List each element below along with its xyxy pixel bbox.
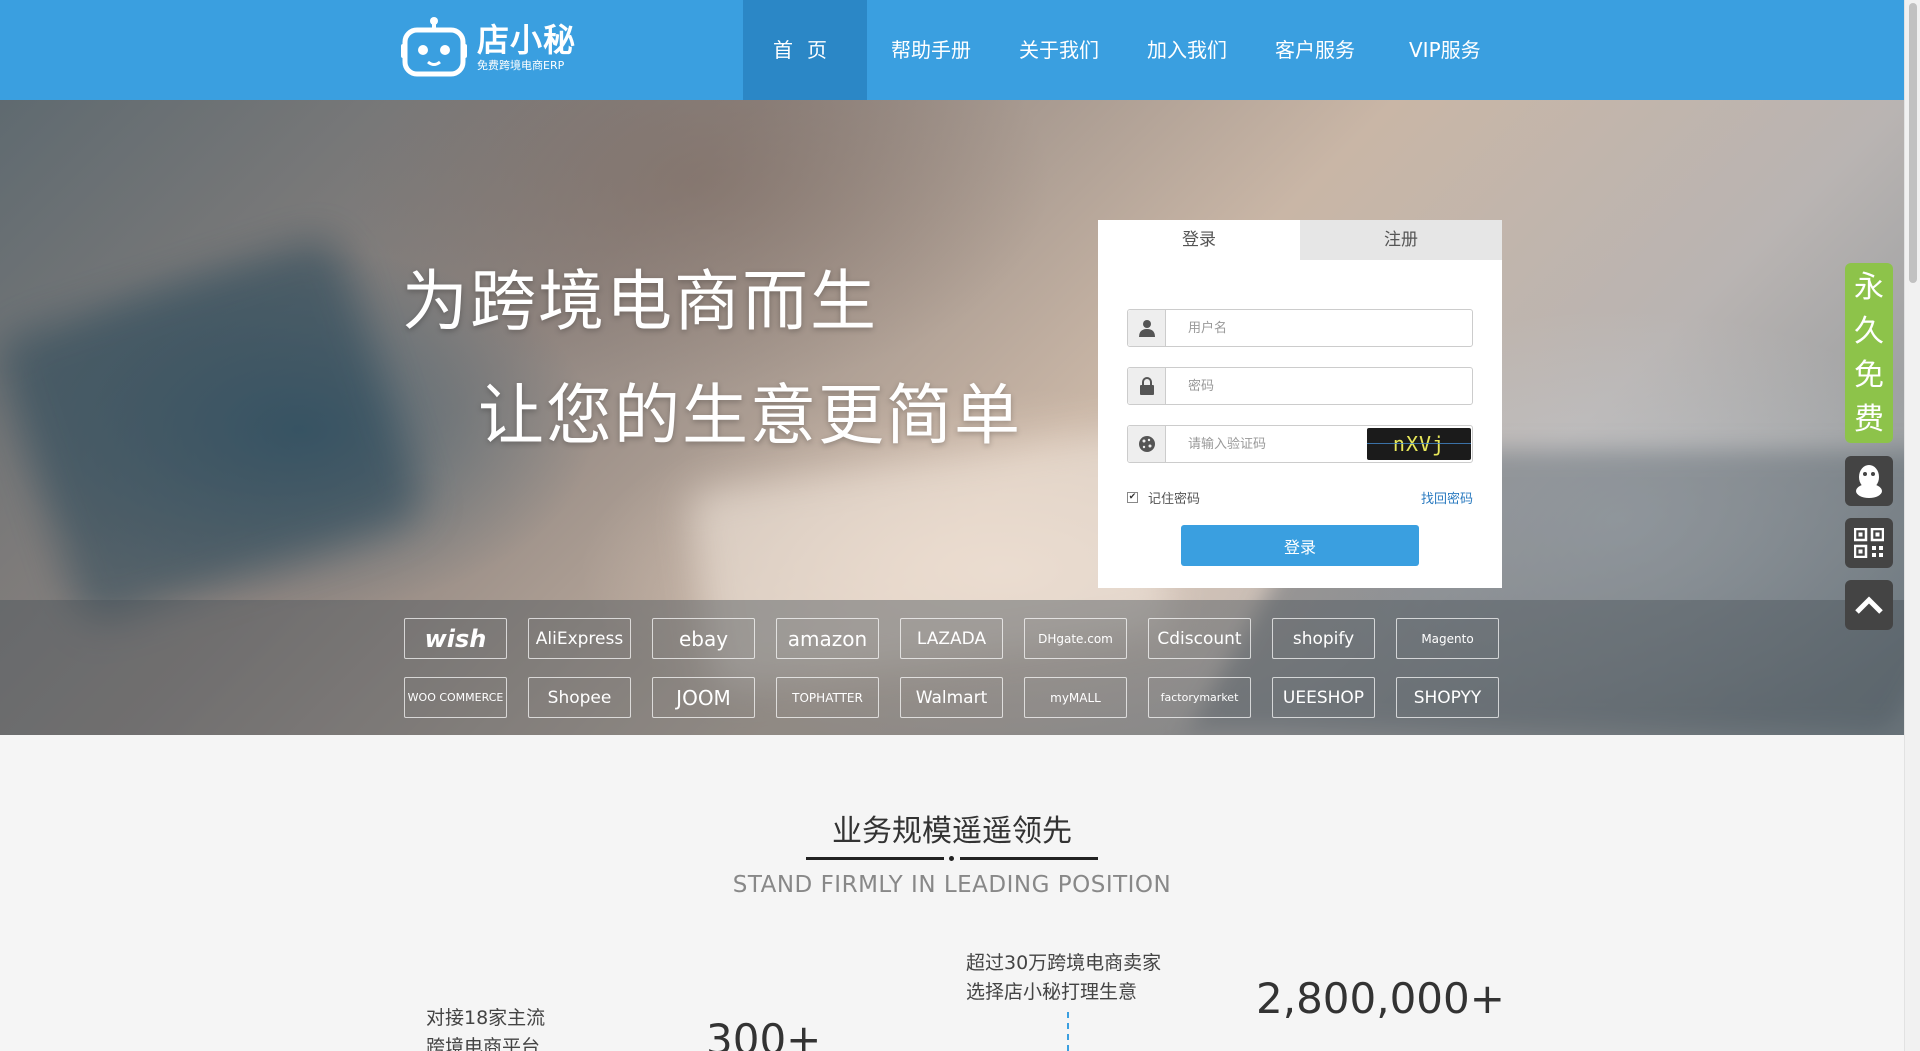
stat-platforms-number: 300+: [706, 1015, 822, 1051]
login-panel: 登录 注册 nXVj ✔ 记住密码 找回密码 登录: [1098, 220, 1502, 588]
forgot-password-link[interactable]: 找回密码: [1421, 488, 1473, 507]
qq-contact-button[interactable]: [1845, 456, 1893, 506]
platform-logo-shopify[interactable]: shopify: [1272, 618, 1375, 659]
captcha-field: nXVj: [1127, 425, 1473, 463]
remember-checkbox[interactable]: ✔: [1127, 492, 1138, 503]
hero-headline: 为跨境电商而生: [402, 263, 878, 340]
page-scrollbar[interactable]: [1904, 0, 1920, 1051]
logo[interactable]: 店小秘 免费跨境电商ERP: [401, 14, 576, 80]
username-field: [1127, 309, 1473, 347]
captcha-image[interactable]: nXVj: [1367, 428, 1471, 460]
nav-help-manual[interactable]: 帮助手册: [867, 0, 995, 100]
back-to-top-icon: [1855, 596, 1883, 614]
platform-logo-magento[interactable]: Magento: [1396, 618, 1499, 659]
remember-label: 记住密码: [1148, 492, 1201, 507]
platform-logo-wish[interactable]: wish: [404, 618, 507, 659]
stat-platforms-line2: 跨境电商平台: [426, 1036, 541, 1051]
login-button[interactable]: 登录: [1181, 525, 1419, 566]
stat-sellers-text: 超过30万跨境电商卖家 选择店小秘打理生意: [966, 949, 1161, 1007]
free-forever-button[interactable]: 永 久 免 费: [1845, 263, 1893, 443]
platform-logo-ebay[interactable]: ebay: [652, 618, 755, 659]
platform-logo-ueeshop[interactable]: UEESHOP: [1272, 677, 1375, 718]
stat-platforms-line1: 对接18家主流: [426, 1007, 546, 1029]
hero-background-shape: [0, 231, 428, 629]
platform-logo-tophatter[interactable]: TOPHATTER: [776, 677, 879, 718]
nav-customer-service[interactable]: 客户服务: [1251, 0, 1379, 100]
top-header: 店小秘 免费跨境电商ERP 首页 帮助手册 关于我们 加入我们 客户服务 VIP…: [0, 0, 1904, 100]
nav-home[interactable]: 首页: [743, 0, 867, 100]
qrcode-icon: [1854, 528, 1884, 558]
section-title-divider: [806, 855, 1098, 861]
stat-platforms-text: 对接18家主流 跨境电商平台: [426, 1004, 545, 1051]
captcha-input[interactable]: [1166, 426, 1367, 462]
remember-password[interactable]: ✔ 记住密码: [1127, 488, 1200, 507]
lock-icon: [1128, 368, 1166, 404]
timeline-dashed-line: [1067, 1012, 1069, 1051]
stat-sellers-line2: 选择店小秘打理生意: [966, 981, 1138, 1003]
hero-subheadline: 让您的生意更简单: [478, 377, 1022, 454]
platform-grid: wish AliExpress ebay amazon LAZADA DHgat…: [404, 618, 1499, 718]
free-label-char: 免: [1854, 358, 1884, 393]
platform-logo-dhgate[interactable]: DHgate.com: [1024, 618, 1127, 659]
username-input[interactable]: [1166, 310, 1472, 346]
robot-logo-icon: [401, 16, 467, 78]
nav-vip-service[interactable]: VIP服务: [1379, 0, 1505, 100]
password-field: [1127, 367, 1473, 405]
platform-logo-cdiscount[interactable]: Cdiscount: [1148, 618, 1251, 659]
user-icon: [1128, 310, 1166, 346]
platform-logo-woocommerce[interactable]: WOO COMMERCE: [404, 677, 507, 718]
platform-logo-aliexpress[interactable]: AliExpress: [528, 618, 631, 659]
free-label-char: 费: [1854, 402, 1884, 437]
platform-logo-mymall[interactable]: myMALL: [1024, 677, 1127, 718]
platform-logo-amazon[interactable]: amazon: [776, 618, 879, 659]
login-tabs: 登录 注册: [1098, 220, 1502, 260]
main-nav: 首页 帮助手册 关于我们 加入我们 客户服务 VIP服务: [743, 0, 1505, 100]
password-input[interactable]: [1166, 368, 1472, 404]
cookie-icon: [1128, 426, 1166, 462]
free-label-char: 永: [1854, 270, 1884, 305]
platform-logo-walmart[interactable]: Walmart: [900, 677, 1003, 718]
platform-logo-factorymarket[interactable]: factorymarket: [1148, 677, 1251, 718]
section-title: 业务规模遥遥领先: [832, 814, 1072, 849]
stat-sellers-number: 2,800,000+: [1256, 974, 1505, 1023]
nav-join-us[interactable]: 加入我们: [1123, 0, 1251, 100]
platform-logo-joom[interactable]: JOOM: [652, 677, 755, 718]
tab-register[interactable]: 注册: [1300, 220, 1502, 260]
section-subtitle: STAND FIRMLY IN LEADING POSITION: [732, 872, 1172, 898]
tab-login[interactable]: 登录: [1098, 220, 1300, 260]
scrollbar-thumb[interactable]: [1909, 3, 1917, 283]
stat-sellers-line1: 超过30万跨境电商卖家: [966, 952, 1162, 974]
free-label-char: 久: [1854, 314, 1884, 349]
qq-icon: [1856, 465, 1882, 498]
platform-logo-lazada[interactable]: LAZADA: [900, 618, 1003, 659]
platform-logo-shopee[interactable]: Shopee: [528, 677, 631, 718]
logo-name: 店小秘: [477, 20, 577, 59]
platform-strip: wish AliExpress ebay amazon LAZADA DHgat…: [0, 600, 1904, 735]
back-to-top-button[interactable]: [1845, 580, 1893, 630]
qrcode-button[interactable]: [1845, 518, 1893, 568]
logo-tagline: 免费跨境电商ERP: [477, 58, 565, 72]
platform-logo-shopyy[interactable]: SHOPYY: [1396, 677, 1499, 718]
nav-about-us[interactable]: 关于我们: [995, 0, 1123, 100]
